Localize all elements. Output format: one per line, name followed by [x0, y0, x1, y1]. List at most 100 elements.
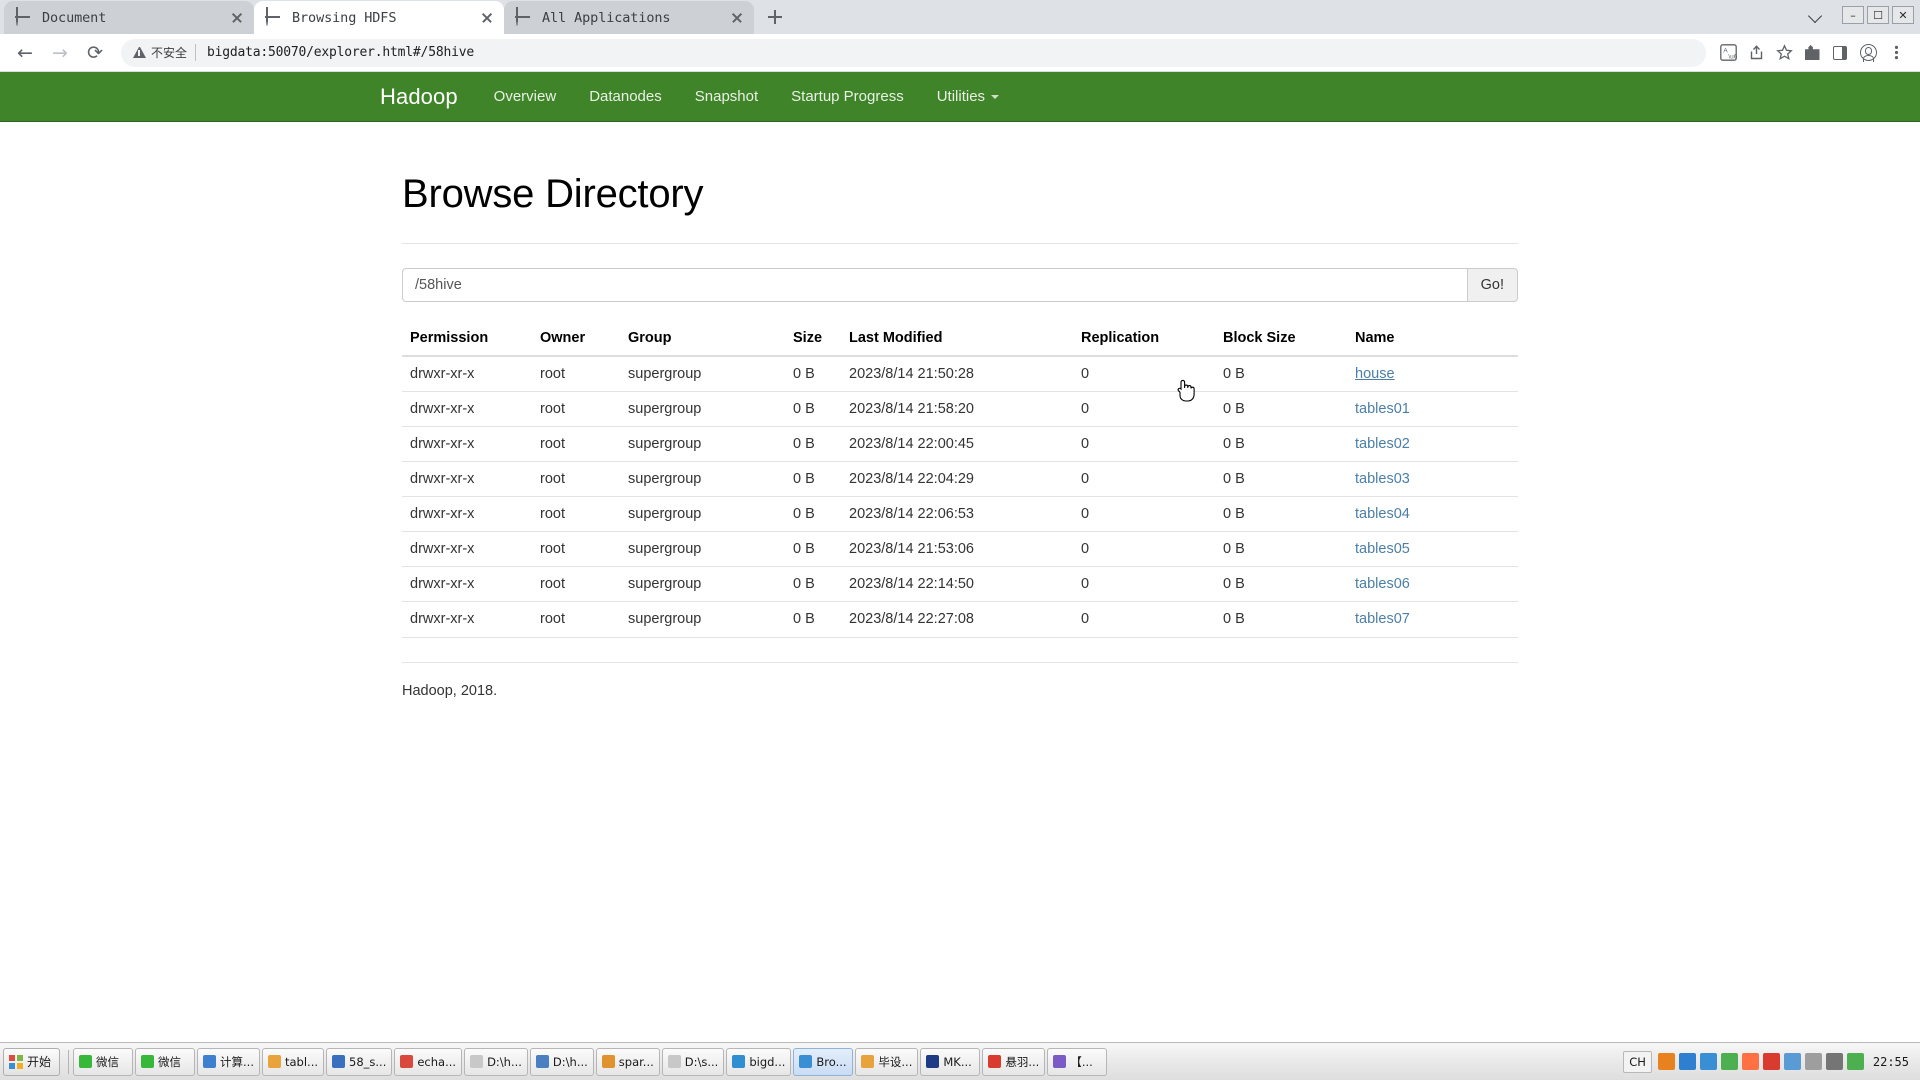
window-controls: – ☐ ✕	[1803, 0, 1920, 30]
cell-name: tables03	[1347, 462, 1518, 497]
directory-link-tables02[interactable]: tables02	[1355, 436, 1410, 452]
taskbar-item[interactable]: 微信	[135, 1048, 195, 1076]
taskbar-item-label: D:\s...	[685, 1055, 719, 1069]
app-icon	[141, 1055, 154, 1068]
navlink-startup-progress[interactable]: Startup Progress	[791, 88, 904, 105]
column-header-block-size[interactable]: Block Size	[1215, 322, 1347, 356]
close-icon[interactable]	[478, 9, 496, 27]
cell-replication: 0	[1073, 602, 1215, 637]
profile-avatar-icon[interactable]	[1854, 39, 1882, 67]
cell-owner: root	[532, 567, 620, 602]
browser-tab-document[interactable]: Document	[4, 1, 254, 34]
volume-icon[interactable]	[1826, 1053, 1843, 1070]
cell-replication: 0	[1073, 356, 1215, 392]
ime-indicator[interactable]: CH	[1623, 1051, 1652, 1073]
taskbar-item[interactable]: MK...	[920, 1048, 980, 1076]
taskbar-item[interactable]: echa...	[394, 1048, 462, 1076]
shield-icon[interactable]	[1679, 1053, 1696, 1070]
taskbar-item[interactable]: D:\s...	[662, 1048, 725, 1076]
cell-size: 0 B	[785, 462, 841, 497]
directory-link-tables01[interactable]: tables01	[1355, 401, 1410, 417]
reload-icon[interactable]: ⟳	[80, 38, 110, 68]
close-icon[interactable]	[728, 9, 746, 27]
more-menu-icon[interactable]	[1882, 39, 1910, 67]
column-header-last-modified[interactable]: Last Modified	[841, 322, 1073, 356]
cell-name: tables04	[1347, 497, 1518, 532]
blue-app-icon[interactable]	[1700, 1053, 1717, 1070]
bookmark-star-icon[interactable]	[1770, 39, 1798, 67]
navlink-snapshot[interactable]: Snapshot	[695, 88, 758, 105]
column-header-owner[interactable]: Owner	[532, 322, 620, 356]
taskbar-item[interactable]: D:\h...	[530, 1048, 594, 1076]
column-header-group[interactable]: Group	[620, 322, 785, 356]
browser-tab-browsing-hdfs[interactable]: Browsing HDFS	[254, 1, 504, 34]
rss-orange-icon[interactable]	[1658, 1053, 1675, 1070]
taskbar-item[interactable]: 计算...	[197, 1048, 260, 1076]
url-text: bigdata:50070/explorer.html#/58hive	[207, 45, 474, 60]
cell-last-modified: 2023/8/14 22:04:29	[841, 462, 1073, 497]
battery-icon[interactable]	[1847, 1053, 1864, 1070]
go-button[interactable]: Go!	[1467, 268, 1518, 302]
forward-icon[interactable]: →	[45, 38, 75, 68]
side-panel-icon[interactable]	[1826, 39, 1854, 67]
directory-link-tables05[interactable]: tables05	[1355, 541, 1410, 557]
directory-link-tables03[interactable]: tables03	[1355, 471, 1410, 487]
directory-link-tables04[interactable]: tables04	[1355, 506, 1410, 522]
cell-permission: drwxr-xr-x	[402, 427, 532, 462]
browser-tab-all-applications[interactable]: All Applications	[504, 1, 754, 34]
back-icon[interactable]: ←	[10, 38, 40, 68]
translate-icon[interactable]: A\u6587	[1714, 39, 1742, 67]
taskbar-item[interactable]: 悬羽...	[982, 1048, 1045, 1076]
cloud-icon[interactable]	[1784, 1053, 1801, 1070]
column-header-permission[interactable]: Permission	[402, 322, 532, 356]
address-bar[interactable]: 不安全 bigdata:50070/explorer.html#/58hive	[121, 39, 1706, 67]
cell-permission: drwxr-xr-x	[402, 532, 532, 567]
orange-flame-icon[interactable]	[1742, 1053, 1759, 1070]
red-app-icon[interactable]	[1763, 1053, 1780, 1070]
taskbar-item[interactable]: 微信	[73, 1048, 133, 1076]
close-icon[interactable]	[228, 9, 246, 27]
navlink-overview[interactable]: Overview	[494, 88, 557, 105]
close-window-button[interactable]: ✕	[1892, 6, 1914, 24]
start-button[interactable]: 开始	[3, 1048, 60, 1076]
network-icon[interactable]	[1805, 1053, 1822, 1070]
taskbar-item[interactable]: 【...	[1047, 1048, 1107, 1076]
hadoop-brand[interactable]: Hadoop	[380, 84, 458, 110]
cell-block-size: 0 B	[1215, 532, 1347, 567]
navlink-datanodes[interactable]: Datanodes	[589, 88, 662, 105]
taskbar-item[interactable]: 58_s...	[326, 1048, 392, 1076]
taskbar-item[interactable]: spar...	[596, 1048, 660, 1076]
maximize-button[interactable]: ☐	[1867, 6, 1889, 24]
column-header-name[interactable]: Name	[1347, 322, 1518, 356]
chevron-down-icon[interactable]	[1803, 2, 1829, 28]
tray-icon-list	[1656, 1053, 1866, 1070]
not-secure-label: 不安全	[151, 44, 187, 61]
cell-last-modified: 2023/8/14 21:50:28	[841, 356, 1073, 392]
directory-link-tables06[interactable]: tables06	[1355, 576, 1410, 592]
share-icon[interactable]	[1742, 39, 1770, 67]
cell-group: supergroup	[620, 356, 785, 392]
extensions-puzzle-icon[interactable]	[1798, 39, 1826, 67]
directory-link-tables07[interactable]: tables07	[1355, 611, 1410, 627]
new-tab-button[interactable]	[760, 2, 790, 32]
cell-size: 0 B	[785, 356, 841, 392]
cell-permission: drwxr-xr-x	[402, 392, 532, 427]
not-secure-warning-icon[interactable]	[133, 47, 146, 58]
clock[interactable]: 22:55	[1866, 1055, 1916, 1069]
taskbar-item[interactable]: Bro...	[793, 1048, 853, 1076]
table-row: drwxr-xr-xrootsupergroup0 B2023/8/14 22:…	[402, 567, 1518, 602]
taskbar-item[interactable]: D:\h...	[464, 1048, 528, 1076]
column-header-size[interactable]: Size	[785, 322, 841, 356]
path-input[interactable]	[402, 268, 1467, 302]
cell-permission: drwxr-xr-x	[402, 462, 532, 497]
directory-link-house[interactable]: house	[1355, 366, 1395, 382]
green-leaf-icon[interactable]	[1721, 1053, 1738, 1070]
minimize-button[interactable]: –	[1842, 6, 1864, 24]
navlink-utilities[interactable]: Utilities	[937, 88, 999, 105]
column-header-replication[interactable]: Replication	[1073, 322, 1215, 356]
cell-group: supergroup	[620, 497, 785, 532]
taskbar-item[interactable]: tabl...	[262, 1048, 324, 1076]
taskbar-item[interactable]: bigd...	[726, 1048, 791, 1076]
directory-listing-table: Permission Owner Group Size Last Modifie…	[402, 322, 1518, 636]
taskbar-item[interactable]: 毕设...	[855, 1048, 918, 1076]
